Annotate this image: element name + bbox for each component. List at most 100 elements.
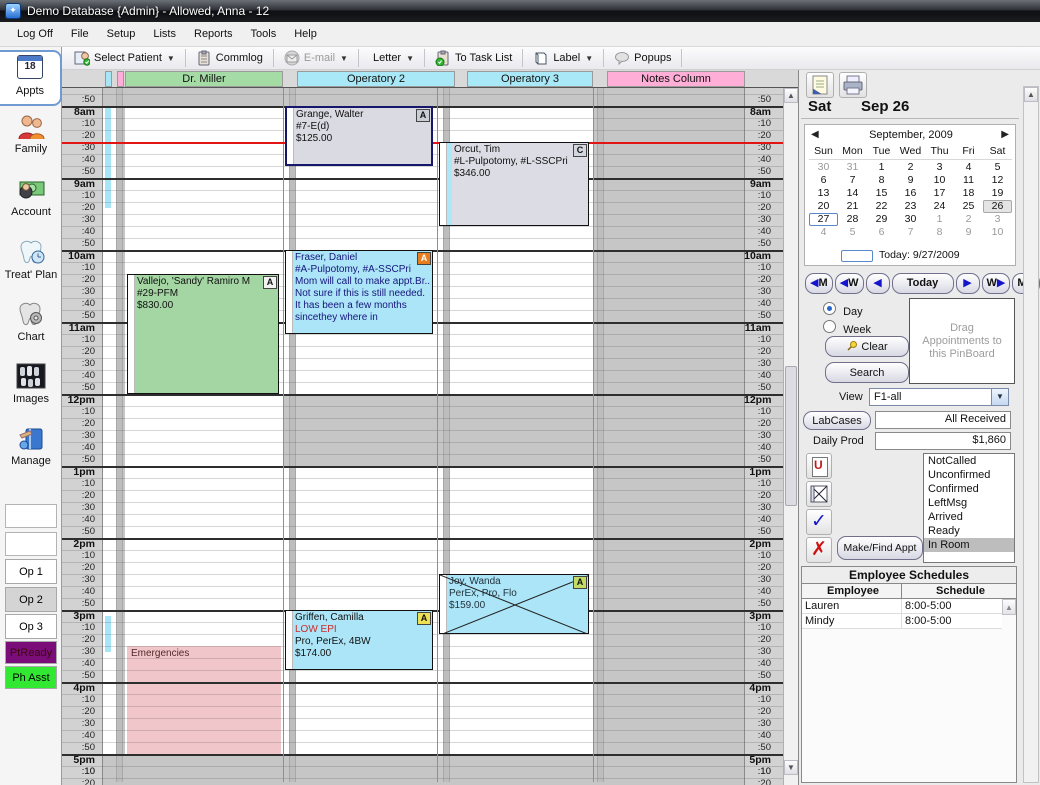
appointment-fraser[interactable]: Fraser, Daniel#A-Pulpotomy, #A-SSCPriMom… — [285, 250, 433, 334]
calendar-day[interactable]: 3 — [983, 213, 1012, 226]
status-option-notcalled[interactable]: NotCalled — [924, 454, 1014, 468]
calendar-day[interactable]: 5 — [983, 161, 1012, 174]
select-patient-button[interactable]: Select Patient▼ — [68, 48, 181, 68]
status-option-unconfirmed[interactable]: Unconfirmed — [924, 468, 1014, 482]
chevron-down-icon[interactable]: ▼ — [406, 54, 414, 63]
calendar-day[interactable]: 1 — [867, 161, 896, 174]
menu-file[interactable]: File — [62, 25, 98, 43]
calendar-day-today[interactable]: 27 — [809, 213, 838, 226]
letter-button[interactable]: Letter▼ — [363, 48, 420, 68]
calendar-day[interactable]: 19 — [983, 187, 1012, 200]
delete-x-button[interactable]: ✗ — [806, 537, 832, 563]
nav-back-m-button[interactable]: ◀M — [805, 273, 833, 294]
calendar-day[interactable]: 9 — [954, 226, 983, 239]
calendar-day[interactable]: 21 — [838, 200, 867, 213]
sidebar-item-account[interactable]: Account — [0, 173, 62, 229]
calendar-day[interactable]: 16 — [896, 187, 925, 200]
sidebar-item-images[interactable]: Images — [0, 360, 62, 416]
calendar-day[interactable]: 18 — [954, 187, 983, 200]
calendar-day[interactable]: 3 — [925, 161, 954, 174]
chevron-down-icon[interactable]: ▼ — [585, 54, 593, 63]
calendar-day[interactable]: 24 — [925, 200, 954, 213]
sidebar-item-appts[interactable]: 18Appts — [0, 50, 62, 106]
calendar-day[interactable]: 1 — [925, 213, 954, 226]
calendar-day[interactable]: 10 — [925, 174, 954, 187]
labcases-button[interactable]: LabCases — [803, 411, 871, 430]
calendar-day[interactable]: 8 — [925, 226, 954, 239]
op-button-op2[interactable]: Op 2 — [5, 587, 57, 612]
scroll-up-icon[interactable]: ▲ — [1024, 87, 1038, 102]
calendar-day[interactable]: 31 — [838, 161, 867, 174]
calendar-day[interactable]: 6 — [867, 226, 896, 239]
status-option-leftmsg[interactable]: LeftMsg — [924, 496, 1014, 510]
calendar-day[interactable]: 9 — [896, 174, 925, 187]
menu-setup[interactable]: Setup — [98, 25, 145, 43]
calendar-day[interactable]: 13 — [809, 187, 838, 200]
nav-back-step-button[interactable]: ◀ — [866, 273, 890, 294]
menu-lists[interactable]: Lists — [144, 25, 185, 43]
label-button[interactable]: Label▼ — [527, 48, 599, 68]
sidebar-item-treatplan[interactable]: Treat' Plan — [0, 236, 62, 292]
to-task-list-button[interactable]: To Task List — [429, 48, 518, 68]
unscheduled-list-button[interactable]: U — [806, 453, 832, 479]
break-appointment-button[interactable] — [806, 481, 832, 507]
appointment-vallejo[interactable]: Vallejo, 'Sandy' Ramiro M#29-PFM$830.00A — [127, 274, 279, 394]
calendar-day-selected[interactable]: 26 — [983, 200, 1012, 213]
menu-help[interactable]: Help — [285, 25, 326, 43]
view-dropdown[interactable]: F1-all ▼ — [869, 388, 1009, 406]
op-button-op1[interactable]: Op 1 — [5, 559, 57, 584]
calendar-day[interactable]: 22 — [867, 200, 896, 213]
appointment-griffen[interactable]: Griffen, CamillaLOW EPIPro, PerEx, 4BW$1… — [285, 610, 433, 670]
provider-tab-pink[interactable] — [117, 71, 124, 87]
status-option-in-room[interactable]: In Room — [924, 538, 1014, 552]
e-mail-button[interactable]: E-mail▼ — [278, 48, 354, 68]
column-header-miller[interactable]: Dr. Miller — [125, 71, 283, 87]
nav-today-button[interactable]: Today — [892, 273, 954, 294]
nav-fwd-w-button[interactable]: W▶ — [982, 273, 1011, 294]
print-button[interactable] — [839, 72, 867, 98]
popups-button[interactable]: Popups — [608, 48, 677, 68]
calendar-day[interactable]: 5 — [838, 226, 867, 239]
sidebar-item-chart[interactable]: Chart — [0, 298, 62, 354]
commlog-button[interactable]: Commlog — [190, 48, 269, 68]
table-scroll-up-icon[interactable]: ▲ — [1002, 599, 1016, 615]
calendar-day[interactable]: 11 — [954, 174, 983, 187]
scrollbar-thumb[interactable] — [785, 366, 797, 506]
menu-reports[interactable]: Reports — [185, 25, 242, 43]
calendar-day[interactable]: 12 — [983, 174, 1012, 187]
chevron-down-icon[interactable]: ▼ — [167, 54, 175, 63]
nav-fwd-step-button[interactable]: ▶ — [956, 273, 980, 294]
chevron-down-icon[interactable]: ▼ — [340, 54, 348, 63]
calendar-day[interactable]: 15 — [867, 187, 896, 200]
clear-button[interactable]: Clear — [825, 336, 909, 357]
status-option-arrived[interactable]: Arrived — [924, 510, 1014, 524]
panel-scrollbar[interactable]: ▲ — [1023, 86, 1039, 783]
calendar-day[interactable]: 30 — [809, 161, 838, 174]
op-button-phasst[interactable]: Ph Asst — [5, 666, 57, 689]
calendar-day[interactable]: 30 — [896, 213, 925, 226]
calendar-day[interactable]: 4 — [809, 226, 838, 239]
provider-tab-cyan[interactable] — [105, 71, 112, 87]
calendar-day[interactable]: 28 — [838, 213, 867, 226]
day-radio[interactable]: Day — [823, 302, 863, 318]
calendar-day[interactable]: 20 — [809, 200, 838, 213]
calendar-day[interactable]: 29 — [867, 213, 896, 226]
status-option-confirmed[interactable]: Confirmed — [924, 482, 1014, 496]
calendar-day[interactable]: 25 — [954, 200, 983, 213]
calendar-day[interactable]: 2 — [954, 213, 983, 226]
make-find-appt-button[interactable]: Make/Find Appt — [837, 536, 923, 560]
grid-scrollbar[interactable]: ▲▼ — [783, 88, 798, 785]
column-header-notes[interactable]: Notes Column — [607, 71, 745, 87]
sidebar-item-manage[interactable]: Manage — [0, 422, 62, 478]
scroll-up-icon[interactable]: ▲ — [784, 88, 798, 103]
calendar-day[interactable]: 7 — [896, 226, 925, 239]
sidebar-item-family[interactable]: Family — [0, 110, 62, 166]
calendar-day[interactable]: 2 — [896, 161, 925, 174]
scroll-down-icon[interactable]: ▼ — [784, 760, 798, 775]
column-header-op3[interactable]: Operatory 3 — [467, 71, 593, 87]
calendar-day[interactable]: 7 — [838, 174, 867, 187]
column-header-op2[interactable]: Operatory 2 — [297, 71, 455, 87]
pinboard[interactable]: Drag Appointments to this PinBoard — [909, 298, 1015, 384]
appointment-note-button[interactable] — [806, 72, 834, 98]
appointment-joy[interactable]: Joy, WandaPerEx, Pro, Flo$159.00A — [439, 574, 589, 634]
